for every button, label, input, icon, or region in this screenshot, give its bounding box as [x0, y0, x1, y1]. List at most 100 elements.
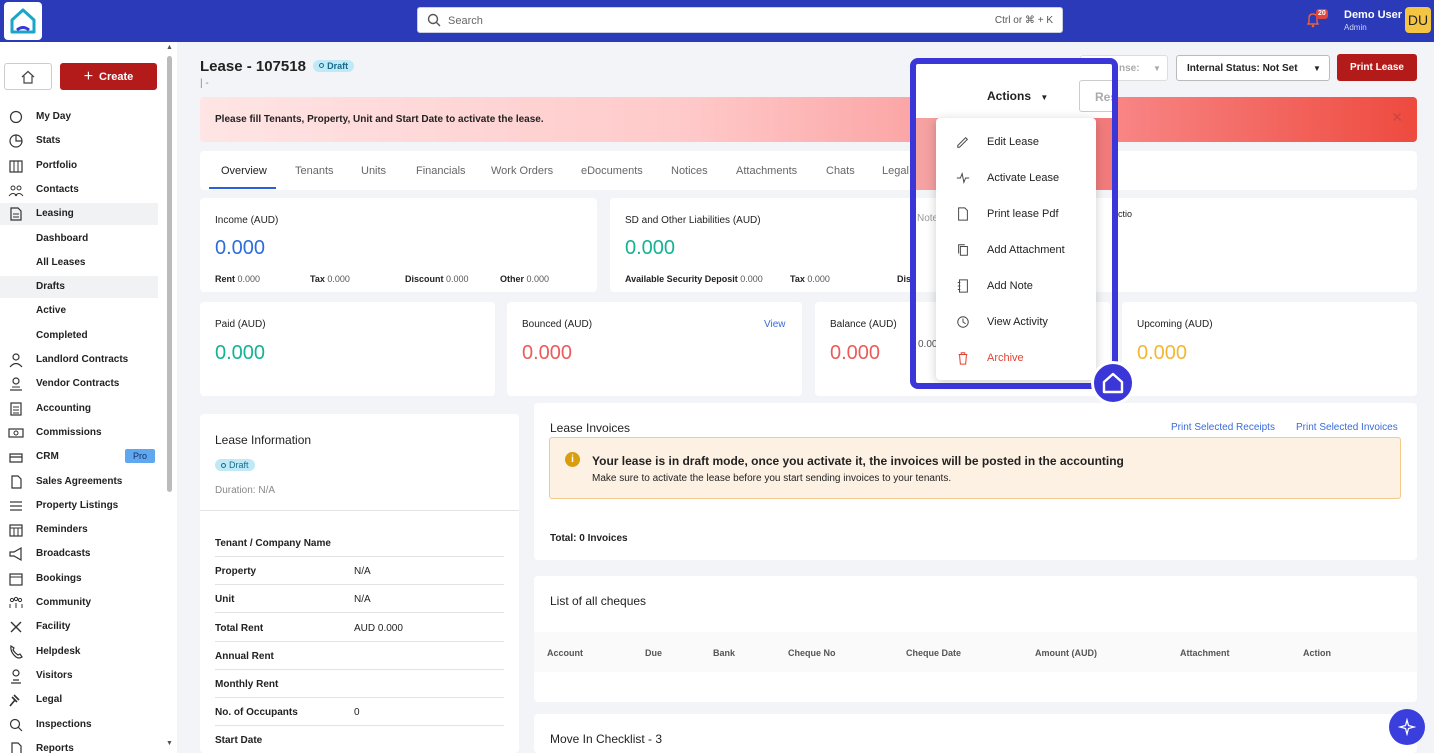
scrollbar-thumb[interactable] [167, 56, 172, 492]
cheques-card: List of all cheques [534, 576, 1417, 702]
action-fragment: ctio [1118, 209, 1133, 219]
sidebar-item-facility[interactable]: Facility [0, 616, 158, 638]
tab-legal[interactable]: Legal [882, 165, 909, 177]
print-lease-button[interactable]: Print Lease [1337, 54, 1417, 81]
tab-work-orders[interactable]: Work Orders [491, 165, 553, 177]
print-receipts-link[interactable]: Print Selected Receipts [1171, 422, 1275, 433]
tab-notices[interactable]: Notices [671, 165, 708, 177]
pie-chart-icon [9, 134, 23, 148]
sidebar-item-helpdesk[interactable]: Helpdesk [0, 641, 158, 663]
lease-info-key: Property [215, 566, 257, 578]
sidebar-item-completed[interactable]: Completed [0, 325, 158, 347]
sidebar-item-my-day[interactable]: My Day [0, 106, 158, 128]
checklist-title: Move In Checklist - 3 [550, 732, 663, 746]
sidebar-item-sales-agreements[interactable]: Sales Agreements [0, 471, 158, 493]
status-label: Draft [327, 60, 349, 71]
rent-value: 0.000 [237, 274, 261, 284]
column-header-bank[interactable]: Bank [713, 648, 735, 658]
paid-card: Paid (AUD) 0.000 [200, 302, 495, 396]
checklist-card: Move In Checklist - 3 [534, 714, 1417, 753]
sidebar-item-label: Leasing [36, 208, 74, 220]
sidebar-item-label: Sales Agreements [36, 475, 123, 487]
column-header-amount-aud-[interactable]: Amount (AUD) [1035, 648, 1097, 658]
draft-alert-subtitle: Make sure to activate the lease before y… [592, 473, 952, 484]
sidebar-item-visitors[interactable]: Visitors [0, 665, 158, 687]
tab-tenants[interactable]: Tenants [295, 165, 334, 177]
chevron-down-icon: ▼ [1153, 63, 1161, 73]
income-value: 0.000 [215, 237, 266, 259]
column-header-action[interactable]: Action [1303, 648, 1331, 658]
sidebar-item-landlord-contracts[interactable]: Landlord Contracts [0, 349, 158, 371]
tab-attachments[interactable]: Attachments [736, 165, 797, 177]
sidebar-item-drafts[interactable]: Drafts [0, 276, 158, 299]
sidebar-item-leasing[interactable]: Leasing [0, 203, 158, 226]
sidebar-item-label: All Leases [36, 256, 86, 268]
sidebar-scrollbar[interactable]: ▲ ▼ [166, 44, 174, 753]
sidebar-item-contacts[interactable]: Contacts [0, 179, 158, 201]
sidebar-item-label: Contacts [36, 183, 79, 195]
community-icon [9, 596, 23, 608]
sidebar-item-legal[interactable]: Legal [0, 689, 158, 711]
balance-title: Balance (AUD) [830, 319, 897, 330]
sidebar-item-bookings[interactable]: Bookings [0, 568, 158, 590]
tab-edocuments[interactable]: eDocuments [581, 165, 643, 177]
sidebar-item-dashboard[interactable]: Dashboard [0, 228, 158, 250]
sidebar-item-broadcasts[interactable]: Broadcasts [0, 543, 158, 565]
lease-info-row: Tenant / Company Name [215, 529, 504, 557]
column-header-due[interactable]: Due [645, 648, 662, 658]
tab-chats[interactable]: Chats [826, 165, 855, 177]
avatar[interactable]: DU [1405, 7, 1431, 33]
sd-title: SD and Other Liabilities (AUD) [625, 215, 761, 226]
search-bar[interactable]: Search Ctrl or ⌘ + K [417, 7, 1063, 33]
create-button[interactable]: + Create [60, 63, 157, 90]
close-icon[interactable]: ✕ [1391, 109, 1403, 126]
income-card: Income (AUD) 0.000 Rent 0.000 Tax 0.000 … [200, 198, 597, 292]
scroll-up-icon[interactable]: ▲ [166, 44, 173, 51]
sidebar-item-portfolio[interactable]: Portfolio [0, 155, 158, 177]
notifications-button[interactable]: 20 [1306, 9, 1328, 31]
lease-title: Lease - 107518 [200, 58, 306, 75]
internal-status-dropdown[interactable]: Internal Status: Not Set ▼ [1176, 55, 1330, 81]
sidebar: + Create My Day Stats Portfolio Contacts Lea… [0, 42, 177, 753]
sidebar-item-inspections[interactable]: Inspections [0, 714, 158, 736]
sun-icon [9, 110, 23, 124]
lease-info-key: Tenant / Company Name [215, 538, 331, 549]
home-button[interactable] [4, 63, 52, 90]
column-header-attachment[interactable]: Attachment [1180, 648, 1230, 658]
active-tab-indicator [209, 187, 276, 189]
column-header-cheque-date[interactable]: Cheque Date [906, 648, 961, 658]
print-invoices-link[interactable]: Print Selected Invoices [1296, 422, 1398, 433]
sidebar-item-community[interactable]: Community [0, 592, 158, 614]
sidebar-item-stats[interactable]: Stats [0, 130, 158, 152]
app-logo[interactable] [4, 2, 42, 40]
sidebar-item-accounting[interactable]: Accounting [0, 398, 158, 420]
sparkle-icon [1398, 718, 1416, 736]
sidebar-item-reports[interactable]: Reports [0, 738, 158, 753]
sidebar-item-commissions[interactable]: Commissions [0, 422, 158, 444]
ai-assistant-button[interactable] [1389, 709, 1425, 745]
tab-financials[interactable]: Financials [416, 165, 466, 177]
sidebar-item-property-listings[interactable]: Property Listings [0, 495, 158, 517]
column-header-account[interactable]: Account [547, 648, 583, 658]
tab-units[interactable]: Units [361, 165, 386, 177]
vendor-icon [10, 377, 22, 391]
ledger-icon [10, 401, 22, 416]
column-header-cheque-no[interactable]: Cheque No [788, 648, 836, 658]
lease-info-row: Annual Rent [215, 642, 504, 670]
tab-overview[interactable]: Overview [221, 165, 267, 177]
lease-info-row: Property N/A [215, 557, 504, 586]
sidebar-item-vendor-contracts[interactable]: Vendor Contracts [0, 373, 158, 395]
create-label: Create [99, 70, 134, 83]
upcoming-title: Upcoming (AUD) [1137, 319, 1213, 330]
sidebar-item-all-leases[interactable]: All Leases [0, 252, 158, 274]
user-name[interactable]: Demo User [1344, 9, 1402, 21]
activation-alert: Please fill Tenants, Property, Unit and … [200, 97, 1417, 142]
view-bounced-link[interactable]: View [764, 319, 786, 330]
cash-icon [8, 428, 24, 438]
sidebar-item-active[interactable]: Active [0, 300, 158, 322]
sidebar-item-crm[interactable]: CRM Pro [0, 446, 158, 468]
sidebar-item-reminders[interactable]: Reminders [0, 519, 158, 541]
lease-info-row: Unit N/A [215, 585, 504, 614]
available-deposit-value: 0.000 [740, 274, 763, 284]
scroll-down-icon[interactable]: ▼ [166, 740, 173, 747]
